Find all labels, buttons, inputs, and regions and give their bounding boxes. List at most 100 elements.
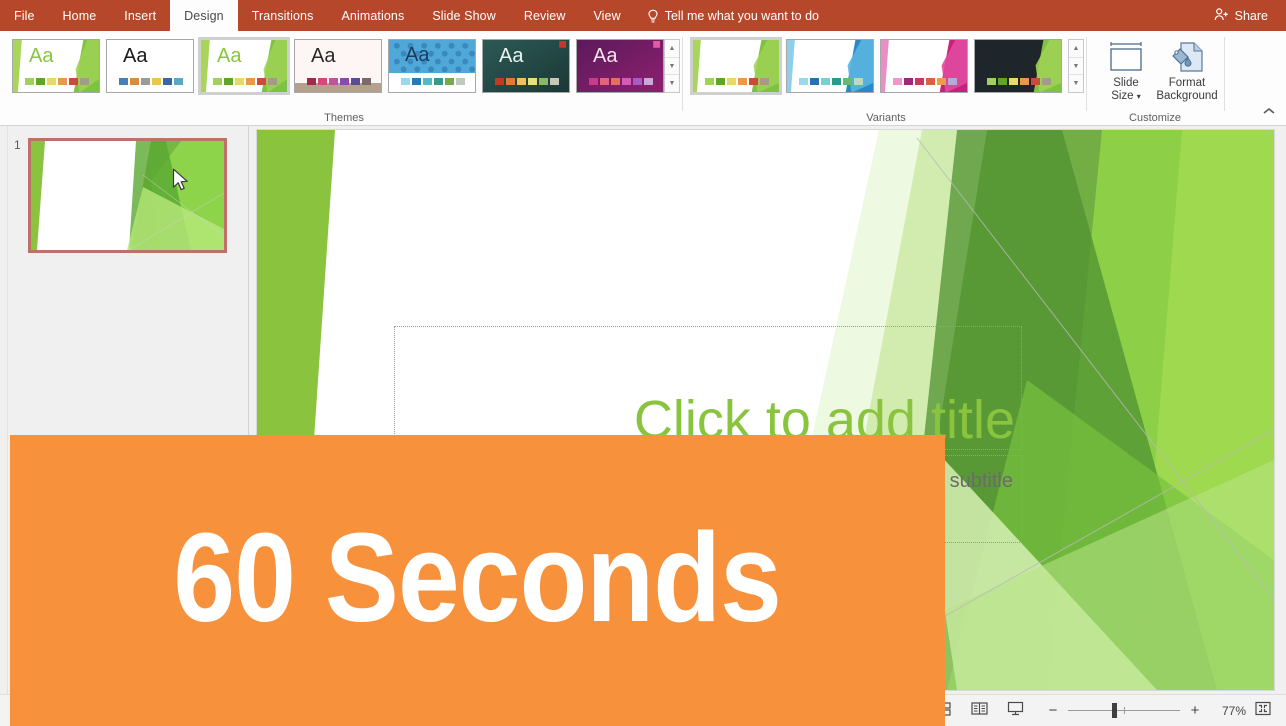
tab-animations-label: Animations (341, 8, 405, 23)
customize-group: Slide Size ▾ Format Background Customize (1090, 31, 1220, 126)
fit-to-window-icon (1255, 701, 1271, 721)
zoom-slider-tick (1124, 707, 1125, 714)
format-background-label-line2: Background (1156, 90, 1218, 102)
zoom-control[interactable]: − + (1046, 703, 1202, 719)
zoom-in-button[interactable]: + (1188, 703, 1202, 718)
theme-swatches (119, 78, 183, 85)
theme-thumb-aa-label: Aa (593, 45, 618, 67)
slide-show-icon (1007, 701, 1024, 721)
theme-thumb-aa-label: Aa (405, 44, 430, 66)
theme-thumb-office[interactable]: Aa (106, 39, 194, 93)
tab-home[interactable]: Home (49, 0, 111, 31)
zoom-out-button[interactable]: − (1046, 703, 1060, 718)
variant-thumb-magenta[interactable] (880, 39, 968, 93)
zoom-slider[interactable] (1068, 703, 1180, 719)
tab-file-label: File (14, 8, 35, 23)
slide-size-label-line1: Slide (1113, 77, 1139, 89)
format-background-label-line1: Format (1168, 77, 1206, 89)
fit-to-window-button[interactable] (1246, 698, 1280, 724)
theme-thumb-quotable[interactable]: Aa (482, 39, 570, 93)
share-button[interactable]: Share (1202, 0, 1280, 31)
slide-panel-scrollbar[interactable] (0, 126, 8, 694)
tab-file[interactable]: File (0, 0, 49, 31)
variant-thumb-blue[interactable] (786, 39, 874, 93)
theme-thumb-facet[interactable]: Aa (198, 37, 290, 95)
tab-design-label: Design (184, 8, 224, 23)
slide-show-button[interactable] (998, 698, 1032, 724)
title-placeholder[interactable]: Click to add title (394, 326, 1022, 450)
themes-gallery-scroll[interactable]: ▲ ▼ ▼ (664, 39, 680, 93)
format-background-button[interactable]: Format Background (1152, 37, 1222, 109)
tab-view[interactable]: View (579, 0, 634, 31)
variant-swatches (893, 78, 957, 85)
tab-transitions[interactable]: Transitions (238, 0, 328, 31)
theme-thumb-facet-green[interactable]: Aa (12, 39, 100, 93)
zoom-percentage[interactable]: 77% (1212, 704, 1246, 718)
variants-group-label: Variants (866, 112, 906, 124)
variant-thumb-green[interactable] (690, 37, 782, 95)
slide-thumbnail-content (31, 141, 224, 250)
orange-overlay-banner: 60 Seconds (10, 435, 945, 726)
more-themes-icon[interactable]: ▼ (665, 75, 679, 92)
scroll-down-icon[interactable]: ▼ (1069, 58, 1083, 76)
zoom-slider-handle[interactable] (1112, 703, 1117, 718)
theme-swatches (495, 78, 559, 85)
tab-design[interactable]: Design (170, 0, 238, 31)
theme-swatches (213, 78, 277, 85)
variant-swatches (705, 78, 769, 85)
tab-animations[interactable]: Animations (327, 0, 418, 31)
customize-group-label: Customize (1129, 112, 1181, 124)
tab-review[interactable]: Review (510, 0, 580, 31)
theme-thumb-aa-label: Aa (123, 45, 148, 67)
variant-thumb-dark[interactable] (974, 39, 1062, 93)
variants-gallery[interactable] (690, 37, 1062, 95)
theme-swatches (25, 78, 89, 85)
variants-gallery-scroll[interactable]: ▲ ▼ ▼ (1068, 39, 1084, 93)
reading-view-icon (970, 701, 988, 721)
theme-thumb-ion-boardroom[interactable]: Aa (576, 39, 664, 93)
tab-transitions-label: Transitions (251, 8, 314, 23)
share-label: Share (1234, 8, 1268, 23)
variant-swatches (987, 78, 1051, 85)
slide-size-icon (1106, 37, 1146, 77)
tab-slide-show[interactable]: Slide Show (418, 0, 510, 31)
theme-thumb-aa-label: Aa (499, 45, 524, 67)
scroll-up-icon[interactable]: ▲ (665, 40, 679, 58)
chevron-up-icon[interactable] (1262, 106, 1276, 119)
format-background-icon (1167, 37, 1207, 77)
theme-thumb-aa-label: Aa (217, 45, 242, 67)
tab-insert[interactable]: Insert (110, 0, 170, 31)
overlay-text: 60 Seconds (173, 506, 782, 648)
variants-group: ▲ ▼ ▼ Variants (686, 31, 1086, 126)
slide-size-button[interactable]: Slide Size ▾ (1094, 37, 1158, 109)
scroll-down-icon[interactable]: ▼ (665, 58, 679, 76)
group-divider (682, 37, 683, 111)
variant-swatches (799, 78, 863, 85)
slide-size-label-line2: Size ▾ (1111, 90, 1141, 102)
tab-slide-show-label: Slide Show (432, 8, 496, 23)
slide-thumbnail-1[interactable] (28, 138, 227, 253)
theme-thumb-aa-label: Aa (29, 45, 54, 67)
theme-thumb-wisp[interactable]: Aa (294, 39, 382, 93)
themes-group: Aa Aa Aa Aa Aa Aa Aa ▲ ▼ ▼ Themes (6, 31, 682, 126)
themes-group-label: Themes (324, 112, 364, 124)
theme-thumb-aa-label: Aa (311, 45, 336, 67)
group-divider (1086, 37, 1087, 111)
tell-me-label: Tell me what you want to do (664, 8, 819, 23)
ribbon-tab-bar: File Home Insert Design Transitions Anim… (0, 0, 1286, 31)
ribbon: Aa Aa Aa Aa Aa Aa Aa ▲ ▼ ▼ Themes ▲ ▼ ▼ … (0, 31, 1286, 126)
group-divider (1224, 37, 1225, 111)
chevron-down-icon: ▾ (1136, 92, 1141, 101)
powerpoint-window: File Home Insert Design Transitions Anim… (0, 0, 1286, 726)
tab-insert-label: Insert (124, 8, 157, 23)
tab-home-label: Home (62, 8, 97, 23)
scroll-up-icon[interactable]: ▲ (1069, 40, 1083, 58)
theme-thumb-berlin[interactable]: Aa (388, 39, 476, 93)
more-variants-icon[interactable]: ▼ (1069, 75, 1083, 92)
share-person-icon (1214, 7, 1229, 25)
reading-view-button[interactable] (962, 698, 996, 724)
tab-view-label: View (593, 8, 621, 23)
themes-gallery[interactable]: Aa Aa Aa Aa Aa Aa Aa (12, 37, 664, 95)
tell-me-box[interactable]: Tell me what you want to do (635, 0, 829, 31)
theme-swatches (401, 78, 465, 85)
